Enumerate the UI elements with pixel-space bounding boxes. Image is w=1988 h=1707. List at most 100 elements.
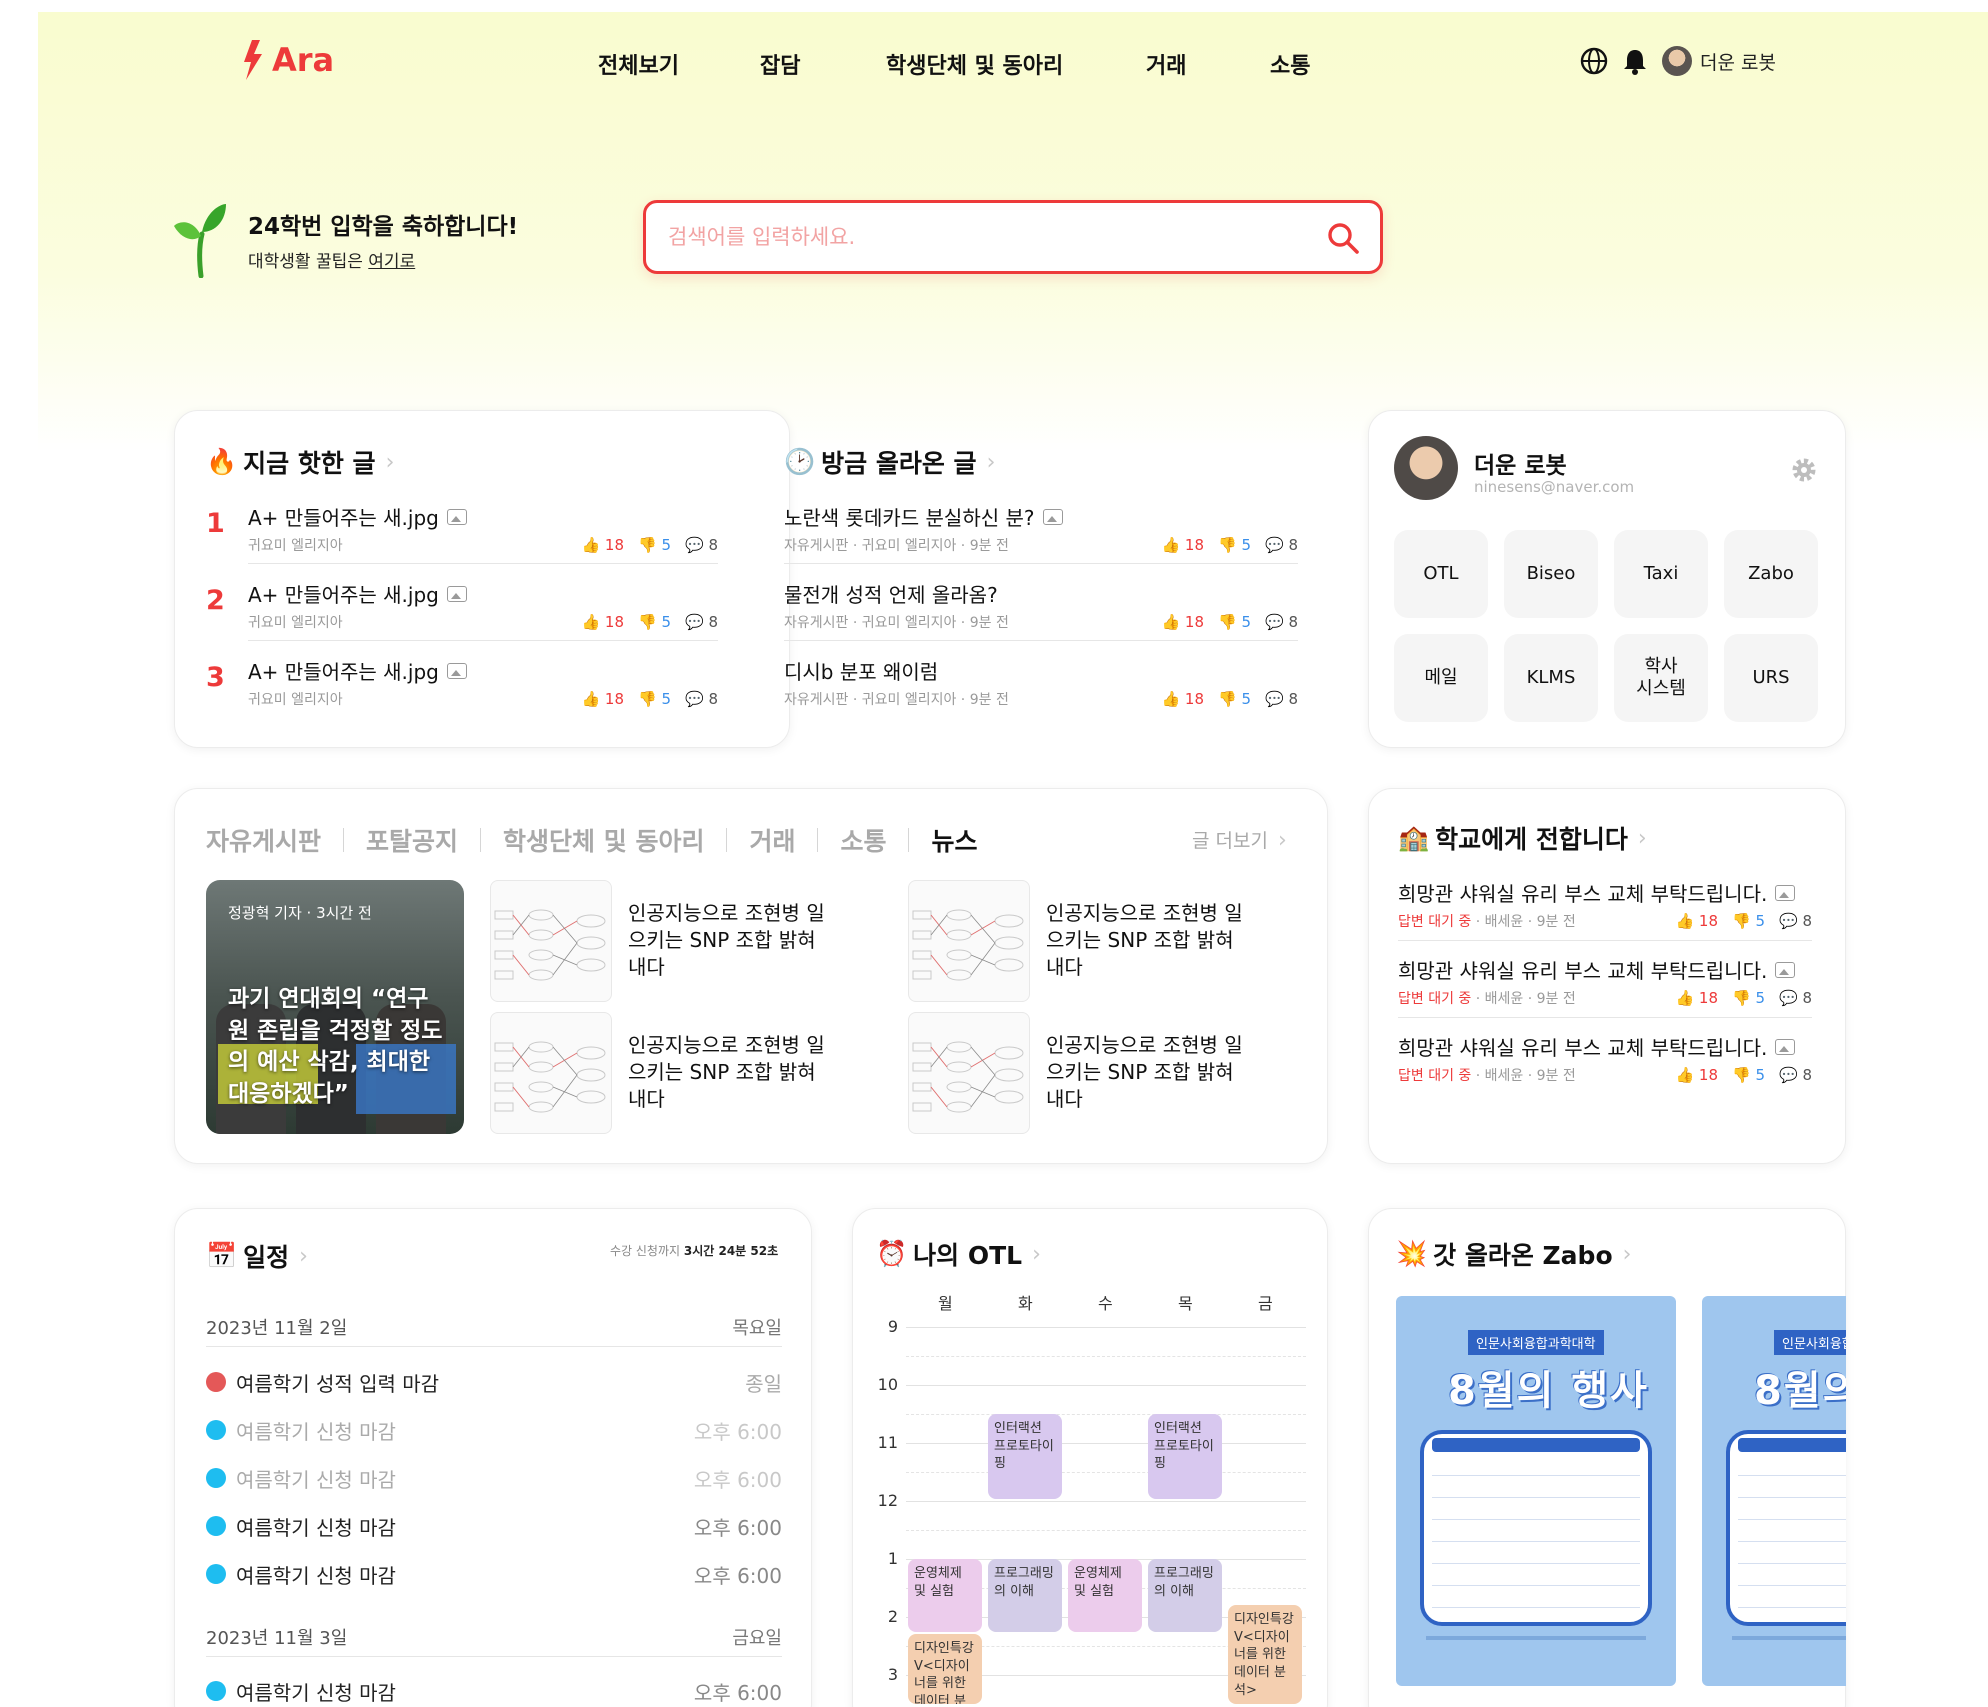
welcome-subtitle: 대학생활 꿀팁은 여기로 (248, 251, 416, 272)
timetable-hour-label: 10 (877, 1375, 898, 1394)
search-icon[interactable] (1326, 221, 1360, 255)
zabo-poster-table (1420, 1430, 1652, 1626)
schedule-item[interactable]: 여름학기 신청 마감 오후 6:00 (206, 1676, 782, 1706)
news-thumbnail[interactable] (908, 1012, 1030, 1134)
zabo-poster[interactable]: 인문사회융합과학대학 8월의 행사 (1702, 1296, 1846, 1686)
news-title[interactable]: 인공지능으로 조현병 일으키는 SNP 조합 밝혀내다 (1046, 1032, 1246, 1113)
service-otl[interactable]: OTL (1394, 530, 1488, 618)
service-urs[interactable]: URS (1724, 634, 1818, 722)
service-taxi[interactable]: Taxi (1614, 530, 1708, 618)
nav-chat[interactable]: 잡담 (760, 48, 800, 80)
schedule-title[interactable]: 📅 일정 › (206, 1238, 308, 1274)
news-hero-card[interactable]: 정광혁 기자 · 3시간 전 과기 연대회의 “연구원 존립을 걱정할 정도의 … (206, 880, 464, 1134)
timetable-class[interactable]: 운영체제 및 실험 (908, 1559, 982, 1633)
school-title[interactable]: 🏫 학교에게 전합니다 › (1398, 820, 1647, 856)
tab-trade[interactable]: 거래 (749, 822, 795, 858)
news-thumbnail[interactable] (490, 880, 612, 1002)
schedule-item[interactable]: 여름학기 신청 마감 오후 6:00 (206, 1559, 782, 1589)
service-academic-system[interactable]: 학사 시스템 (1614, 634, 1708, 722)
recent-post[interactable]: 노란색 롯데카드 분실하신 분? 자유게시판 · 귀요미 엘리지아 · 9분 전… (784, 502, 1298, 554)
news-title[interactable]: 인공지능으로 조현병 일으키는 SNP 조합 밝혀내다 (628, 1032, 828, 1113)
dislike-count: 👎 5 (1732, 1066, 1765, 1084)
service-zabo[interactable]: Zabo (1724, 530, 1818, 618)
like-count: 👍 18 (1675, 1066, 1718, 1084)
schedule-dot (206, 1681, 226, 1701)
tab-news[interactable]: 뉴스 (931, 822, 977, 858)
comment-count: 💬 8 (685, 536, 718, 554)
zabo-poster-title: 8월의 행사 (1448, 1368, 1649, 1414)
recent-post[interactable]: 물전개 성적 언제 올라옴? 자유게시판 · 귀요미 엘리지아 · 9분 전 👍… (784, 579, 1298, 631)
news-title[interactable]: 인공지능으로 조현병 일으키는 SNP 조합 밝혀내다 (1046, 900, 1246, 981)
hot-post[interactable]: A+ 만들어주는 새.jpg 귀요미 엘리지아 👍 18 👎 5 💬 8 (248, 579, 718, 631)
zabo-poster[interactable]: 인문사회융합과학대학 8월의 행사 (1396, 1296, 1676, 1686)
timetable-half-line (906, 1530, 1306, 1531)
comment-count: 💬 8 (1265, 690, 1298, 708)
service-klms[interactable]: KLMS (1504, 634, 1598, 722)
timetable-hour-line (906, 1327, 1306, 1328)
service-mail[interactable]: 메일 (1394, 634, 1488, 722)
news-thumbnail[interactable] (490, 1012, 612, 1134)
timetable-half-line (906, 1472, 1306, 1473)
zabo-poster-footer (1426, 1636, 1646, 1640)
user-menu[interactable]: 더운 로봇 (1662, 46, 1776, 76)
timetable-class[interactable]: 프로그래밍의 이해 (988, 1559, 1062, 1633)
diagram-thumbnail (494, 909, 606, 981)
service-biseo[interactable]: Biseo (1504, 530, 1598, 618)
school-post[interactable]: 희망관 샤워실 유리 부스 교체 부탁드립니다. 답변 대기 중 · 배세윤 ·… (1398, 878, 1812, 930)
tab-free-board[interactable]: 자유게시판 (206, 822, 321, 858)
tips-link[interactable]: 여기로 (368, 252, 415, 272)
tab-portal-notice[interactable]: 포탈공지 (366, 822, 458, 858)
comment-count: 💬 8 (1779, 989, 1812, 1007)
comment-count: 💬 8 (1779, 912, 1812, 930)
schedule-item[interactable]: 여름학기 신청 마감 오후 6:00 (206, 1415, 782, 1445)
comment-count: 💬 8 (685, 613, 718, 631)
timetable-class[interactable]: 운영체제 및 실험 (1068, 1559, 1142, 1633)
recent-posts-title[interactable]: 🕑 방금 올라온 글 › (784, 444, 995, 480)
nav-trade[interactable]: 거래 (1146, 48, 1186, 80)
timetable-class[interactable]: 프로그래밍의 이해 (1148, 1559, 1222, 1633)
hot-posts-title[interactable]: 🔥 지금 핫한 글 › (206, 444, 394, 480)
dislike-count: 👎 5 (1218, 536, 1251, 554)
diagram-thumbnail (494, 1041, 606, 1113)
otl-title[interactable]: ⏰ 나의 OTL › (876, 1236, 1041, 1272)
schedule-item[interactable]: 여름학기 성적 입력 마감 종일 (206, 1367, 782, 1397)
status-badge: 답변 대기 중 (1398, 1068, 1472, 1084)
gear-icon[interactable] (1790, 456, 1818, 484)
tab-clubs[interactable]: 학생단체 및 동아리 (503, 822, 704, 858)
school-post[interactable]: 희망관 샤워실 유리 부스 교체 부탁드립니다. 답변 대기 중 · 배세윤 ·… (1398, 955, 1812, 1007)
school-post[interactable]: 희망관 샤워실 유리 부스 교체 부탁드립니다. 답변 대기 중 · 배세윤 ·… (1398, 1032, 1812, 1084)
nav-all[interactable]: 전체보기 (598, 48, 679, 80)
comment-count: 💬 8 (685, 690, 718, 708)
globe-icon[interactable] (1580, 47, 1608, 75)
tab-communication[interactable]: 소통 (840, 822, 886, 858)
news-hero-headline: 과기 연대회의 “연구원 존립을 걱정할 정도의 예산 삭감, 최대한 대응하겠… (228, 986, 443, 1108)
news-thumbnail[interactable] (908, 880, 1030, 1002)
schedule-item[interactable]: 여름학기 신청 마감 오후 6:00 (206, 1463, 782, 1493)
timetable-day-label: 월 (938, 1294, 953, 1313)
hot-post[interactable]: A+ 만들어주는 새.jpg 귀요미 엘리지아 👍 18 👎 5 💬 8 (248, 502, 718, 554)
chevron-right-icon: › (385, 449, 395, 475)
like-count: 👍 18 (1161, 613, 1204, 631)
clock-icon: 🕑 (784, 447, 816, 476)
nav-communication[interactable]: 소통 (1270, 48, 1310, 80)
search-input[interactable] (668, 217, 1288, 257)
recent-post[interactable]: 디시b 분포 왜이럼 자유게시판 · 귀요미 엘리지아 · 9분 전 👍 18 👎… (784, 656, 1298, 708)
diagram-thumbnail (912, 909, 1024, 981)
school-icon: 🏫 (1398, 823, 1430, 852)
more-posts-link[interactable]: 글 더보기 › (1192, 826, 1287, 853)
timetable-class[interactable]: 인터랙션 프로토타이핑 (988, 1414, 1062, 1499)
comment-count: 💬 8 (1779, 1066, 1812, 1084)
schedule-dot (206, 1420, 226, 1440)
zabo-poster-footer (1732, 1636, 1846, 1640)
hot-post[interactable]: A+ 만들어주는 새.jpg 귀요미 엘리지아 👍 18 👎 5 💬 8 (248, 656, 718, 708)
timetable-class[interactable]: 디자인특강 V<디자이너를 위한 데이터 분석 (908, 1634, 982, 1704)
news-title[interactable]: 인공지능으로 조현병 일으키는 SNP 조합 밝혀내다 (628, 900, 828, 981)
timetable-class[interactable]: 디자인특강 V<디자이너를 위한 데이터 분석> (1228, 1605, 1302, 1704)
nav-clubs[interactable]: 학생단체 및 동아리 (886, 48, 1063, 80)
timetable-hour-label: 3 (887, 1665, 898, 1684)
schedule-item[interactable]: 여름학기 신청 마감 오후 6:00 (206, 1511, 782, 1541)
zabo-title[interactable]: 💥 갓 올라온 Zabo › (1396, 1236, 1631, 1272)
divider (206, 1656, 782, 1657)
bell-icon[interactable] (1622, 47, 1648, 75)
timetable-class[interactable]: 인터랙션 프로토타이핑 (1148, 1414, 1222, 1499)
